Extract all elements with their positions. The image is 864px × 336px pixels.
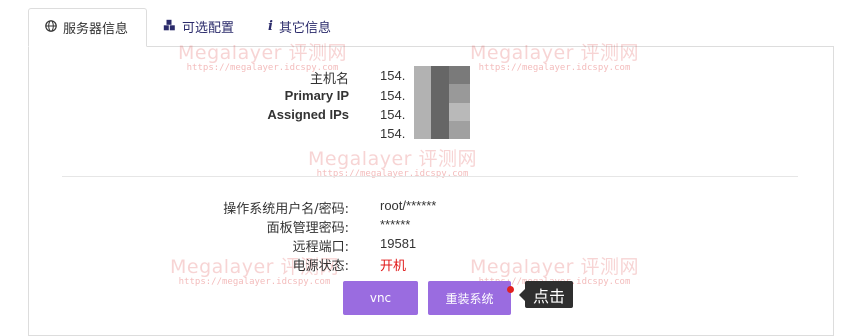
globe-icon xyxy=(45,19,57,36)
tab-server-info[interactable]: 服务器信息 xyxy=(28,8,148,47)
click-tooltip: 点击 xyxy=(518,281,574,308)
power-state-value: 开机 xyxy=(380,259,407,274)
vnc-button[interactable]: vnc xyxy=(343,281,418,315)
click-indicator-dot xyxy=(507,286,514,293)
hostname-label: 主机名 xyxy=(309,72,349,87)
tab-label: 可选配置 xyxy=(182,21,235,36)
tab-label: 其它信息 xyxy=(278,21,331,36)
divider xyxy=(62,176,798,177)
primary-ip-label: Primary IP xyxy=(284,88,349,103)
assigned-ips-label: Assigned IPs xyxy=(267,107,349,122)
tab-other-info[interactable]: i 其它信息 xyxy=(252,8,349,45)
os-credentials-label: 操作系统用户名/密码: xyxy=(223,202,349,217)
assigned-ip-value: 154. xyxy=(380,126,406,141)
primary-ip-value: 154. xyxy=(380,88,406,103)
remote-port-label: 远程端口: xyxy=(292,240,349,255)
redaction-block xyxy=(414,66,470,139)
tab-bar: 服务器信息 可选配置 i 其它信息 xyxy=(28,8,349,47)
tab-optional-config[interactable]: 可选配置 xyxy=(147,8,252,45)
cubes-icon xyxy=(163,19,176,35)
reinstall-system-button[interactable]: 重装系统 xyxy=(428,281,511,315)
power-state-label: 电源状态: xyxy=(292,259,349,274)
assigned-ip-value: 154. xyxy=(380,107,406,122)
panel-password-label: 面板管理密码: xyxy=(266,221,349,236)
hostname-value: 154. xyxy=(380,68,406,83)
tab-label: 服务器信息 xyxy=(63,22,129,37)
remote-port-value: 19581 xyxy=(380,236,417,251)
os-credentials-value: root/****** xyxy=(380,198,437,213)
info-icon: i xyxy=(268,19,273,34)
panel-password-value: ****** xyxy=(380,217,411,232)
